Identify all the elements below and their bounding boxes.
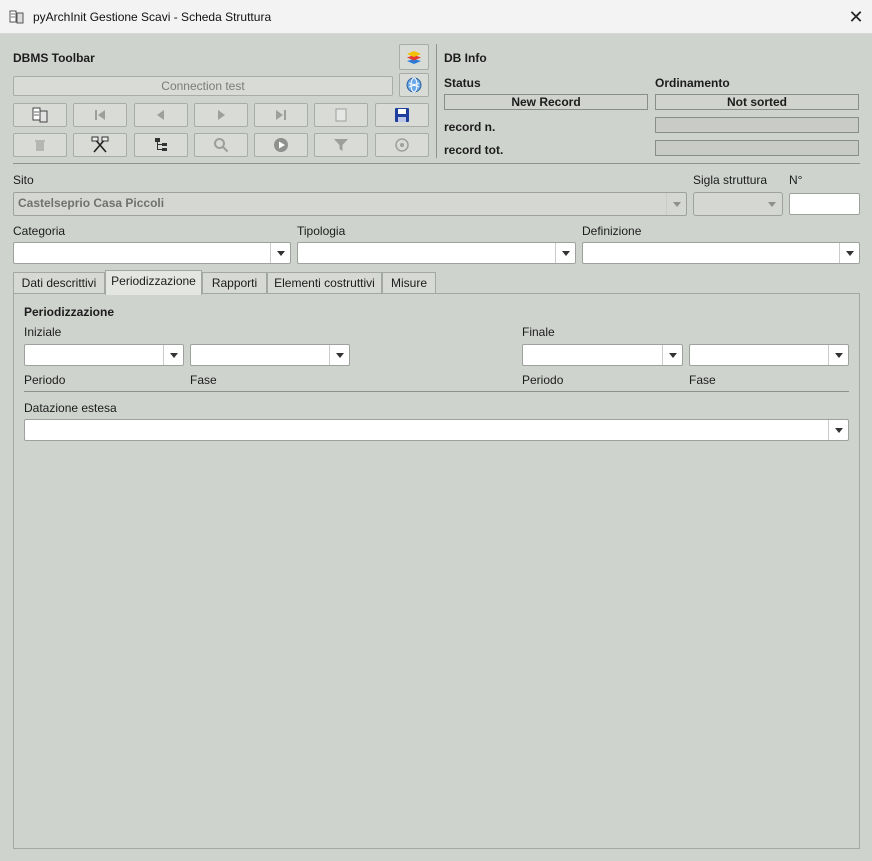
save-button[interactable]: [375, 103, 429, 127]
tab-rapporti[interactable]: Rapporti: [202, 272, 267, 294]
fase-iniziale-label: Fase: [190, 373, 217, 387]
close-icon: ✕: [848, 6, 864, 27]
filter-icon: [334, 139, 348, 151]
reset-icon: [395, 138, 409, 152]
window-titlebar: pyArchInit Gestione Scavi - Scheda Strut…: [0, 0, 872, 34]
globe-icon: [406, 77, 422, 93]
fase-finale-combo[interactable]: [689, 344, 849, 366]
layers-icon: [407, 51, 421, 64]
run-search-button[interactable]: [254, 133, 308, 157]
play-icon: [274, 138, 288, 152]
chevron-down-icon: [555, 243, 575, 263]
search-icon: [214, 138, 229, 153]
last-record-icon: [276, 110, 286, 120]
last-record-button[interactable]: [254, 103, 308, 127]
view-mode-button[interactable]: [73, 133, 127, 157]
datazione-combo[interactable]: [24, 419, 849, 441]
tab-dati-descrittivi[interactable]: Dati descrittivi: [13, 272, 105, 294]
record-n-label: record n.: [444, 120, 496, 134]
sigla-combo[interactable]: [693, 192, 783, 216]
periodizzazione-title: Periodizzazione: [24, 305, 115, 319]
record-tot-label: record tot.: [444, 143, 504, 157]
tab-elementi-costruttivi[interactable]: Elementi costruttivi: [267, 272, 382, 294]
sito-combo[interactable]: Castelseprio Casa Piccoli: [13, 192, 687, 216]
chevron-down-icon: [828, 420, 848, 440]
finale-label: Finale: [522, 325, 555, 339]
periodo-finale-combo[interactable]: [522, 344, 683, 366]
record-n-value: [655, 117, 859, 133]
chevron-down-icon: [666, 193, 686, 215]
chevron-down-icon: [270, 243, 290, 263]
db-info-title: DB Info: [444, 51, 487, 65]
numero-input[interactable]: [789, 193, 860, 215]
info-button[interactable]: [399, 73, 429, 97]
scissors-icon: [91, 136, 109, 153]
definizione-label: Definizione: [582, 224, 642, 238]
search-button[interactable]: [194, 133, 248, 157]
numero-label: N°: [789, 173, 803, 187]
app-icon: [9, 10, 24, 24]
sito-value: Castelseprio Casa Piccoli: [18, 196, 165, 210]
ordinamento-value: Not sorted: [655, 94, 859, 110]
tab-misure[interactable]: Misure: [382, 272, 436, 294]
tipologia-combo[interactable]: [297, 242, 576, 264]
status-label: Status: [444, 76, 481, 90]
save-icon: [395, 108, 409, 122]
first-record-icon: [95, 110, 105, 120]
tipologia-label: Tipologia: [297, 224, 346, 238]
window-title: pyArchInit Gestione Scavi - Scheda Strut…: [33, 10, 272, 24]
toolbar-title: DBMS Toolbar: [13, 51, 95, 65]
chevron-down-icon: [762, 193, 782, 215]
reset-button[interactable]: [375, 133, 429, 157]
prev-record-icon: [157, 110, 164, 120]
categoria-combo[interactable]: [13, 242, 291, 264]
definizione-combo[interactable]: [582, 242, 860, 264]
trash-icon: [35, 140, 45, 151]
periodo-finale-label: Periodo: [522, 373, 564, 387]
chevron-down-icon: [662, 345, 682, 365]
status-value: New Record: [444, 94, 648, 110]
new-record-button[interactable]: [13, 103, 67, 127]
sito-label: Sito: [13, 173, 34, 187]
datazione-label: Datazione estesa: [24, 401, 117, 415]
connection-test-button[interactable]: Connection test: [13, 76, 393, 96]
next-record-icon: [218, 110, 225, 120]
periodizzazione-panel: [13, 293, 860, 849]
toolbar-separator: [436, 44, 437, 158]
filter-button[interactable]: [314, 133, 368, 157]
layers-button[interactable]: [399, 44, 429, 70]
edit-icon: [335, 108, 347, 122]
ordinamento-label: Ordinamento: [655, 76, 730, 90]
close-button[interactable]: ✕: [842, 4, 870, 30]
delete-button[interactable]: [13, 133, 67, 157]
header-divider: [13, 163, 860, 164]
record-tot-value: [655, 140, 859, 156]
first-record-button[interactable]: [73, 103, 127, 127]
chevron-down-icon: [828, 345, 848, 365]
fase-finale-label: Fase: [689, 373, 716, 387]
prev-record-button[interactable]: [134, 103, 188, 127]
categoria-label: Categoria: [13, 224, 66, 238]
periodo-iniziale-label: Periodo: [24, 373, 66, 387]
chevron-down-icon: [329, 345, 349, 365]
periodizzazione-divider: [24, 391, 849, 392]
periodo-iniziale-combo[interactable]: [24, 344, 184, 366]
new-record-icon: [32, 107, 48, 123]
tab-periodizzazione[interactable]: Periodizzazione: [105, 270, 202, 295]
next-record-button[interactable]: [194, 103, 248, 127]
tree-button[interactable]: [134, 133, 188, 157]
chevron-down-icon: [163, 345, 183, 365]
tree-icon: [155, 138, 167, 151]
iniziale-label: Iniziale: [24, 325, 62, 339]
fase-iniziale-combo[interactable]: [190, 344, 350, 366]
edit-button[interactable]: [314, 103, 368, 127]
chevron-down-icon: [839, 243, 859, 263]
sigla-label: Sigla struttura: [693, 173, 768, 187]
